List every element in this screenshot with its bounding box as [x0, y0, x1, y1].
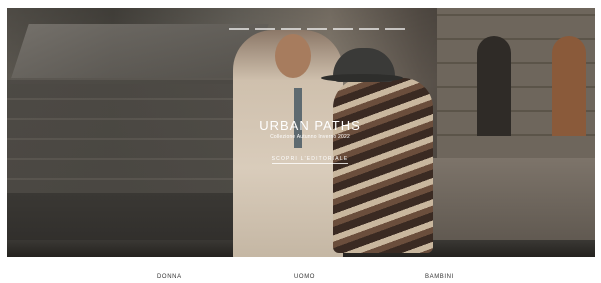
hero-top-nav	[229, 16, 405, 30]
nav-line-icon[interactable]	[281, 28, 301, 30]
background-roof	[9, 24, 269, 84]
page: URBAN PATHS Collezione Autunno Inverno 2…	[0, 0, 601, 283]
nav-line-icon[interactable]	[255, 28, 275, 30]
nav-line-icon[interactable]	[307, 28, 327, 30]
background-arch	[477, 36, 511, 136]
hero-banner[interactable]: URBAN PATHS Collezione Autunno Inverno 2…	[7, 8, 595, 257]
hero-model-woman-hat-brim	[321, 74, 403, 82]
category-nav: DONNA UOMO BAMBINI	[0, 274, 601, 283]
hero-title: URBAN PATHS	[259, 118, 361, 133]
background-arch	[552, 36, 586, 136]
hero-model-woman	[333, 78, 433, 253]
nav-line-icon[interactable]	[385, 28, 405, 30]
hero-text-block: URBAN PATHS Collezione Autunno Inverno 2…	[255, 118, 365, 165]
nav-line-icon[interactable]	[229, 28, 249, 30]
hero-subtitle: Collezione Autunno Inverno 2022	[270, 134, 350, 140]
category-link-bambini[interactable]: BAMBINI	[425, 274, 454, 280]
nav-line-icon[interactable]	[359, 28, 379, 30]
hero-cta-link[interactable]: SCOPRI L'EDITORIALE	[271, 156, 349, 164]
hero-model-man-head	[275, 34, 311, 78]
nav-line-icon[interactable]	[333, 28, 353, 30]
background-wall	[7, 78, 257, 198]
category-link-uomo[interactable]: UOMO	[294, 274, 315, 280]
category-link-donna[interactable]: DONNA	[157, 274, 182, 280]
